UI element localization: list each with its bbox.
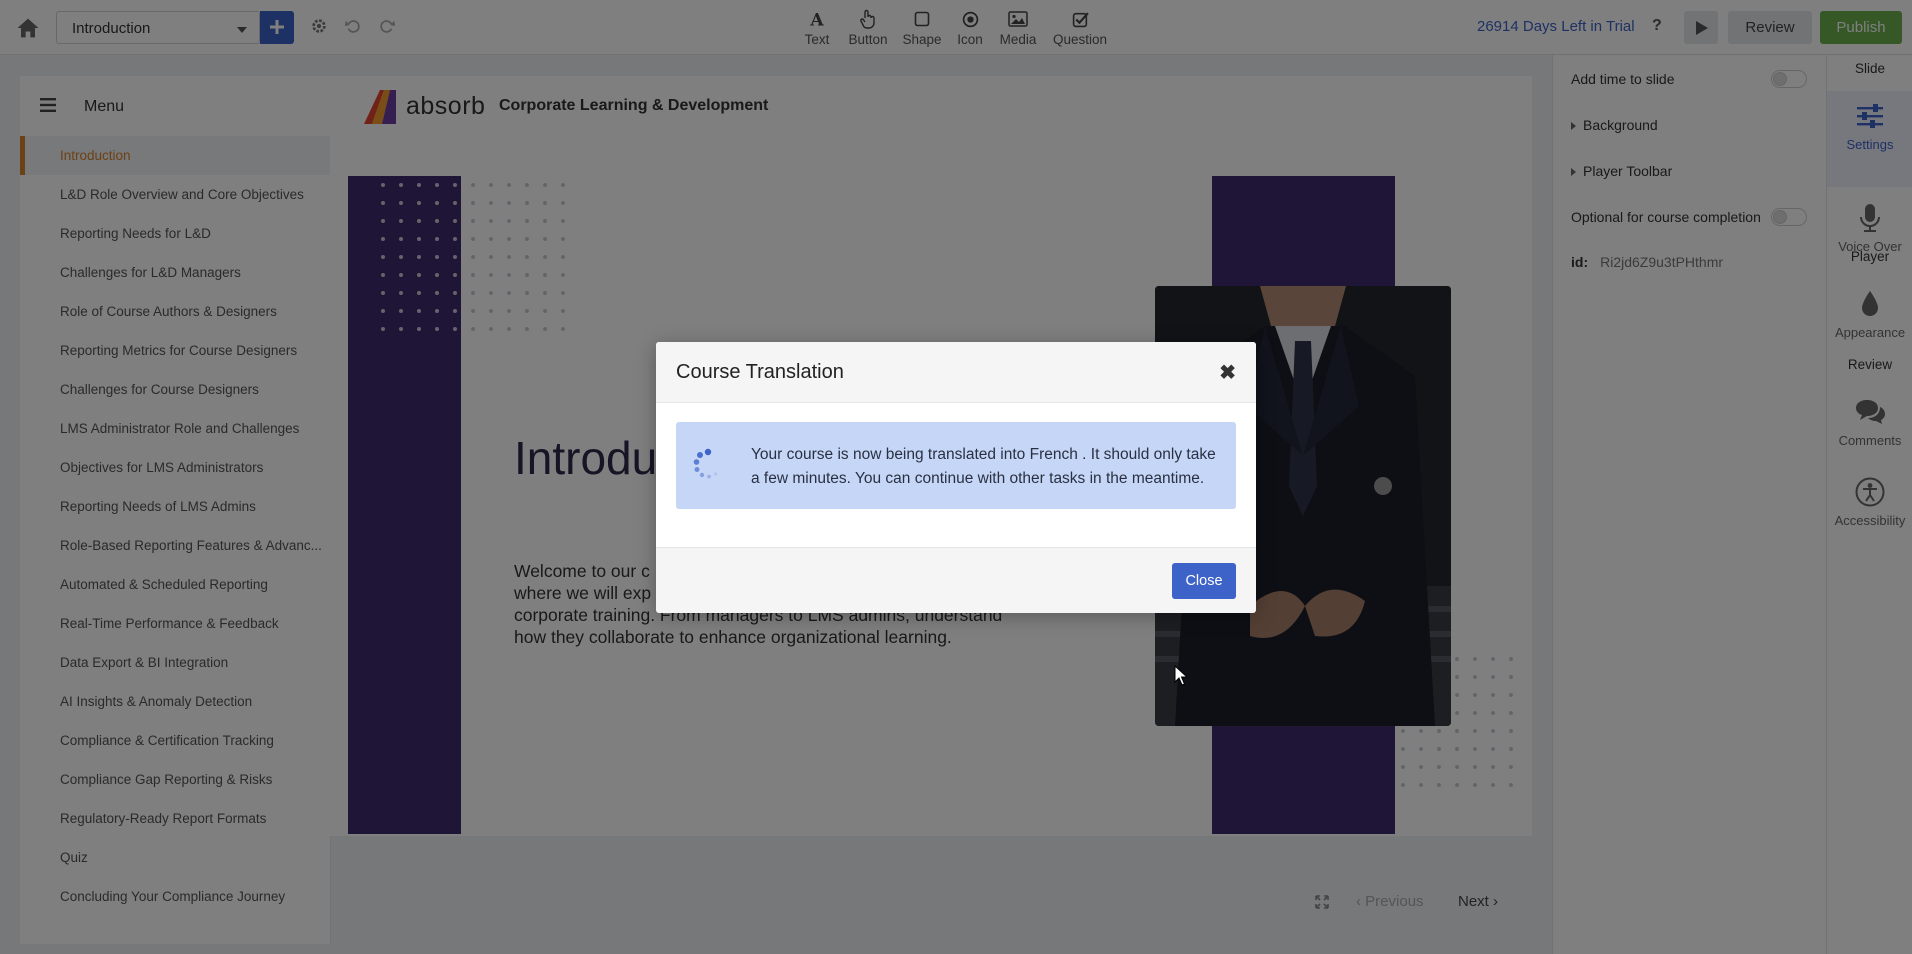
mouse-cursor-icon: [1174, 665, 1188, 686]
modal-header: Course Translation ✖: [656, 342, 1256, 403]
close-button[interactable]: Close: [1172, 563, 1236, 599]
loading-spinner-icon: [693, 448, 718, 479]
course-translation-modal: Course Translation ✖ Your course is now …: [656, 342, 1256, 613]
close-icon[interactable]: ✖: [1219, 360, 1236, 385]
modal-footer: Close: [656, 547, 1256, 613]
translation-message: Your course is now being translated into…: [751, 446, 1216, 487]
modal-title: Course Translation: [676, 361, 844, 383]
translation-info-alert: Your course is now being translated into…: [676, 422, 1236, 509]
